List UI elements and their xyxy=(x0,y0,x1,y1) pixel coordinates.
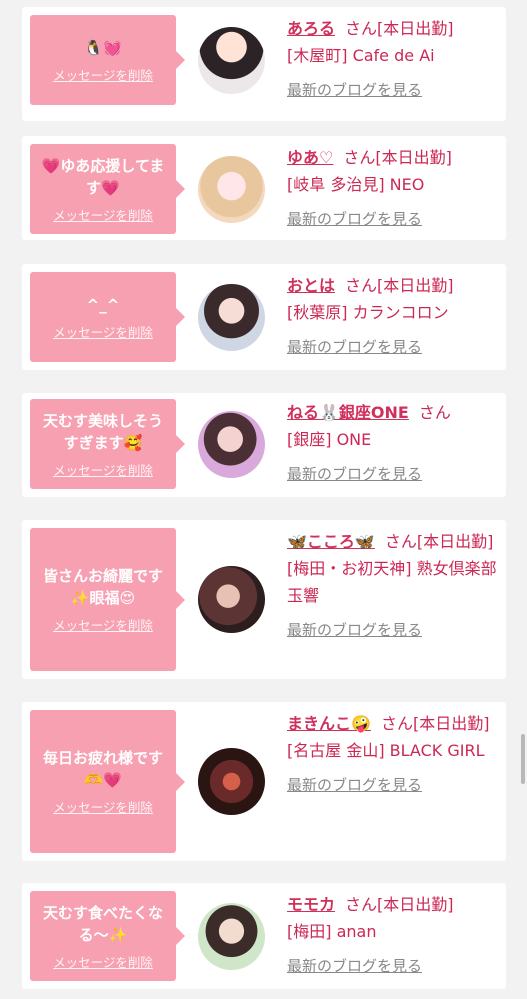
honorific: さん xyxy=(345,19,378,38)
honorific: さん xyxy=(343,148,376,167)
message-text: 💗ゆあ応援してます💗 xyxy=(41,156,165,197)
profile-info: おとは さん[本日出勤] [秋葉原] カランコロン 最新のブログを見る xyxy=(287,272,501,361)
honorific: さん xyxy=(384,532,417,551)
message-text: 皆さんお綺麗です✨眼福😍 xyxy=(42,567,163,607)
profile-info: 🦋こころ🦋 さん[本日出勤] [梅田・お初天神] 熟女倶楽部 玉響 最新のブログを… xyxy=(287,528,501,644)
delete-message-link[interactable]: メッセージを削除 xyxy=(53,322,153,341)
profile-info: まきんこ🤪 さん[本日出勤] [名古屋 金山] BLACK GIRL 最新のブログ… xyxy=(287,710,501,799)
message-card: 天むす食べたくなる〜✨ メッセージを削除 モモカ さん[本日出勤] [梅田] an… xyxy=(22,883,506,989)
scrollbar-thumb[interactable] xyxy=(521,734,525,784)
delete-message-link[interactable]: メッセージを削除 xyxy=(53,65,153,84)
message-text: 毎日お疲れ様です🫶💗 xyxy=(42,749,163,789)
profile-name-link[interactable]: モモカ xyxy=(287,895,335,914)
message-card: 💗ゆあ応援してます💗 メッセージを削除 ゆあ♡ さん[本日出勤] [岐阜 多治見]… xyxy=(22,136,506,240)
profile-name-link[interactable]: ゆあ♡ xyxy=(287,148,333,167)
honorific: さん xyxy=(345,895,378,914)
message-bubble: 天むす食べたくなる〜✨ メッセージを削除 xyxy=(30,891,185,981)
status-text: [本日出勤] xyxy=(375,148,452,167)
shop-text: [木屋町] Cafe de Ai xyxy=(287,46,435,65)
latest-blog-link[interactable]: 最新のブログを見る xyxy=(287,617,501,644)
shop-text: [銀座] ONE xyxy=(287,430,372,449)
avatar[interactable] xyxy=(198,411,265,478)
status-text: [本日出勤] xyxy=(377,19,454,38)
avatar[interactable] xyxy=(198,748,265,815)
message-card: 🐧💓 メッセージを削除 あろる さん[本日出勤] [木屋町] Cafe de Ai… xyxy=(22,7,506,121)
message-text: 🐧💓 xyxy=(84,38,122,57)
profile-name-link[interactable]: ねる🐰銀座ONE xyxy=(287,403,409,422)
message-card: 天むす美味しそうすぎます🥰 メッセージを削除 ねる🐰銀座ONE さん [銀座] O… xyxy=(22,393,506,497)
message-text: ^_^ xyxy=(86,295,120,314)
profile-info: あろる さん[本日出勤] [木屋町] Cafe de Ai 最新のブログを見る xyxy=(287,15,501,104)
status-text: [本日出勤] xyxy=(412,714,490,733)
shop-text: [名古屋 金山] BLACK GIRL xyxy=(287,741,485,760)
shop-text: [秋葉原] カランコロン xyxy=(287,303,449,322)
delete-message-link[interactable]: メッセージを削除 xyxy=(53,205,153,224)
delete-message-link[interactable]: メッセージを削除 xyxy=(53,797,153,816)
avatar[interactable] xyxy=(198,566,265,633)
profile-name-link[interactable]: おとは xyxy=(287,276,335,295)
honorific: さん xyxy=(380,714,413,733)
message-text: 天むす美味しそうすぎます🥰 xyxy=(42,411,163,452)
avatar[interactable] xyxy=(198,156,265,223)
message-text: 天むす食べたくなる〜✨ xyxy=(42,903,163,944)
message-bubble: 毎日お疲れ様です🫶💗 メッセージを削除 xyxy=(30,710,185,853)
latest-blog-link[interactable]: 最新のブログを見る xyxy=(287,77,501,104)
avatar[interactable] xyxy=(198,903,265,970)
shop-text: [岐阜 多治見] NEO xyxy=(287,175,425,194)
avatar[interactable] xyxy=(198,284,265,351)
profile-name-link[interactable]: あろる xyxy=(287,19,335,38)
message-bubble: 💗ゆあ応援してます💗 メッセージを削除 xyxy=(30,144,185,234)
honorific: さん xyxy=(418,403,451,422)
latest-blog-link[interactable]: 最新のブログを見る xyxy=(287,461,501,488)
status-text: [本日出勤] xyxy=(377,276,454,295)
profile-name-link[interactable]: まきんこ🤪 xyxy=(287,714,371,733)
avatar[interactable] xyxy=(198,27,265,94)
message-card: 皆さんお綺麗です✨眼福😍 メッセージを削除 🦋こころ🦋 さん[本日出勤] [梅田・… xyxy=(22,520,506,679)
message-bubble: 天むす美味しそうすぎます🥰 メッセージを削除 xyxy=(30,399,185,489)
profile-info: ゆあ♡ さん[本日出勤] [岐阜 多治見] NEO 最新のブログを見る xyxy=(287,144,501,233)
status-text: [本日出勤] xyxy=(377,895,454,914)
profile-info: モモカ さん[本日出勤] [梅田] anan 最新のブログを見る xyxy=(287,891,501,980)
message-card: 毎日お疲れ様です🫶💗 メッセージを削除 まきんこ🤪 さん[本日出勤] [名古屋 金… xyxy=(22,702,506,861)
profile-name-link[interactable]: 🦋こころ🦋 xyxy=(287,532,375,551)
shop-text: [梅田・お初天神] 熟女倶楽部 玉響 xyxy=(287,559,497,605)
delete-message-link[interactable]: メッセージを削除 xyxy=(53,460,153,479)
message-bubble: 皆さんお綺麗です✨眼福😍 メッセージを削除 xyxy=(30,528,185,671)
message-list: 🐧💓 メッセージを削除 あろる さん[本日出勤] [木屋町] Cafe de Ai… xyxy=(0,0,527,999)
status-text: [本日出勤] xyxy=(416,532,494,551)
delete-message-link[interactable]: メッセージを削除 xyxy=(53,615,153,634)
latest-blog-link[interactable]: 最新のブログを見る xyxy=(287,772,501,799)
latest-blog-link[interactable]: 最新のブログを見る xyxy=(287,953,501,980)
message-bubble: 🐧💓 メッセージを削除 xyxy=(30,15,185,105)
delete-message-link[interactable]: メッセージを削除 xyxy=(53,952,153,971)
shop-text: [梅田] anan xyxy=(287,922,377,941)
message-card: ^_^ メッセージを削除 おとは さん[本日出勤] [秋葉原] カランコロン 最新… xyxy=(22,264,506,370)
latest-blog-link[interactable]: 最新のブログを見る xyxy=(287,206,501,233)
message-bubble: ^_^ メッセージを削除 xyxy=(30,272,185,362)
honorific: さん xyxy=(345,276,378,295)
profile-info: ねる🐰銀座ONE さん [銀座] ONE 最新のブログを見る xyxy=(287,399,501,488)
latest-blog-link[interactable]: 最新のブログを見る xyxy=(287,334,501,361)
